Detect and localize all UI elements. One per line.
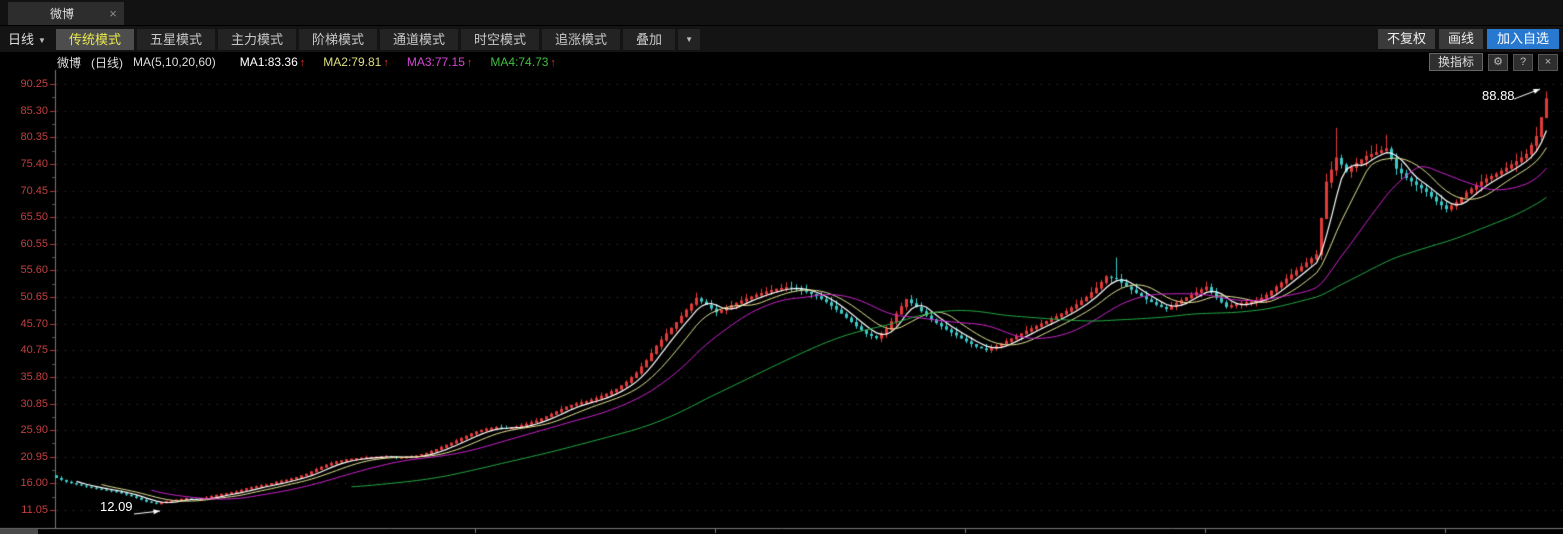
stock-tab-label: 微博 — [49, 7, 74, 21]
mode-button-5[interactable]: 时空模式 — [461, 28, 540, 50]
y-axis-label: 30.85 — [20, 397, 48, 410]
ma-legend: MA1:83.36 ↑ MA2:79.81 ↑ MA3:77.15 ↑ MA4:74.73 ↑ — [240, 55, 574, 69]
chart-area: 微博 (日线) MA(5,10,20,60) MA1:83.36 ↑ MA2:79.… — [0, 52, 1563, 534]
tab-close-icon[interactable]: × — [102, 6, 124, 21]
gear-icon[interactable]: ⚙ — [1488, 53, 1508, 71]
mode-button-4[interactable]: 通道模式 — [380, 28, 459, 50]
add-watchlist-button[interactable]: 加入自选 — [1486, 29, 1559, 49]
ma-param-label: MA(5,10,20,60) — [133, 55, 216, 69]
main-toolbar: 日线 ▼ 传统模式 五星模式 主力模式 阶梯模式 通道模式 时空模式 追涨模式 叠加 ▼ 不复… — [0, 26, 1563, 52]
y-axis-label: 50.65 — [20, 291, 48, 303]
arrow-up-icon: ↑ — [383, 57, 389, 69]
mode-button-2[interactable]: 主力模式 — [217, 28, 296, 50]
y-axis-label: 35.80 — [20, 370, 48, 383]
y-axis-label: 16.00 — [20, 477, 48, 490]
mode-button-group: 传统模式 五星模式 主力模式 阶梯模式 通道模式 时空模式 追涨模式 — [55, 28, 623, 50]
trading-app: 微博 × 日线 ▼ 传统模式 五星模式 主力模式 阶梯模式 通道模式 时空模式 追涨模式 叠加… — [0, 0, 1563, 534]
chart-period: (日线) — [91, 55, 124, 70]
draw-line-button[interactable]: 画线 — [1438, 29, 1483, 49]
arrow-up-icon: ↑ — [466, 57, 473, 69]
y-axis-label: 40.75 — [20, 344, 48, 357]
arrow-up-icon: ↑ — [550, 57, 556, 69]
chevron-down-icon: ▼ — [38, 35, 46, 45]
mode-button-1[interactable]: 五星模式 — [136, 28, 215, 50]
mode-button-6[interactable]: 追涨模式 — [542, 28, 621, 50]
chart-title: 微博 — [57, 55, 82, 70]
y-axis-label: 45.70 — [20, 317, 48, 330]
ma-legend-item-3: MA3:77.15 ↑ — [406, 55, 473, 69]
change-indicator-button[interactable]: 换指标 — [1428, 53, 1483, 71]
period-label: 日线 — [8, 31, 35, 47]
y-axis-label: 85.30 — [20, 104, 48, 117]
ma-legend-item-4: MA4:74.73 ↑ — [490, 55, 556, 69]
overlay-button[interactable]: 叠加 — [623, 28, 676, 50]
chart-close-icon[interactable]: × — [1538, 53, 1558, 71]
scrollbar-corner — [0, 529, 38, 534]
help-icon[interactable]: ? — [1513, 53, 1533, 71]
tab-bar: 微博 × — [0, 0, 1563, 26]
chevron-down-icon: ▼ — [685, 34, 694, 44]
ma-legend-item-1: MA1:83.36 ↑ — [239, 55, 306, 69]
candlestick-chart[interactable] — [0, 52, 1563, 534]
stock-tab[interactable]: 微博 × — [8, 2, 124, 25]
y-axis-label: 25.90 — [20, 424, 48, 437]
chart-header: 微博 (日线) MA(5,10,20,60) MA1:83.36 ↑ MA2:79.… — [57, 53, 574, 71]
overlay-dropdown-button[interactable]: ▼ — [678, 28, 701, 50]
y-axis-label: 55.60 — [20, 264, 48, 277]
y-axis-label: 75.40 — [20, 157, 48, 170]
period-dropdown[interactable]: 日线 ▼ — [0, 29, 56, 50]
y-axis-label: 65.50 — [20, 211, 48, 224]
toolbar-right-group: 不复权 画线 加入自选 — [1374, 29, 1563, 49]
y-axis-label: 60.55 — [20, 237, 48, 250]
y-axis-label: 90.25 — [20, 78, 48, 90]
high-annotation: 88.88 — [1482, 88, 1515, 103]
arrow-up-icon: ↑ — [299, 57, 306, 69]
y-axis-label: 70.45 — [20, 184, 48, 197]
ma-legend-item-2: MA2:79.81 ↑ — [323, 55, 389, 69]
no-adjust-button[interactable]: 不复权 — [1377, 29, 1435, 49]
low-annotation: 12.09 — [100, 499, 133, 514]
y-axis-label: 20.95 — [20, 450, 48, 463]
y-axis-label: 11.05 — [21, 504, 48, 516]
mode-button-0[interactable]: 传统模式 — [55, 28, 134, 50]
mode-button-3[interactable]: 阶梯模式 — [298, 28, 377, 50]
chart-header-right: 换指标 ⚙ ? × — [1424, 53, 1558, 71]
y-axis-label: 80.35 — [20, 131, 48, 144]
